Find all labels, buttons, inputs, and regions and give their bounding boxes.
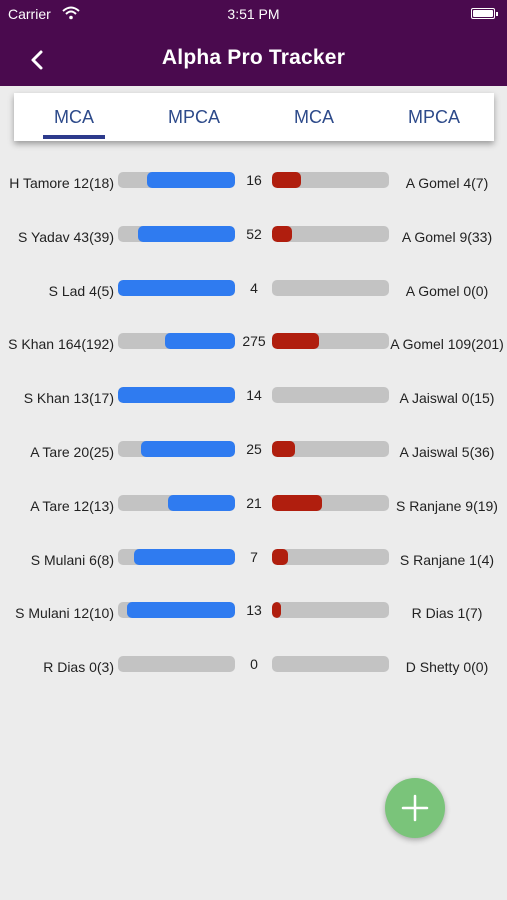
right-bar-fill [272, 440, 296, 457]
left-player-label: S Mulani 12(10) [15, 605, 114, 622]
left-bar-fill [134, 548, 235, 565]
center-value: 4 [250, 279, 258, 296]
left-bar-track [118, 548, 235, 565]
left-player-label: S Khan 13(17) [23, 390, 114, 407]
comparison-row[interactable]: S Khan 164(192) 275 A Gomel 109(201) [0, 314, 507, 368]
right-bar-track [272, 494, 389, 511]
page-title: Alpha Pro Tracker [161, 46, 346, 69]
right-bar-track [272, 387, 389, 404]
comparison-row[interactable]: S Lad 4(5) 4 A Gomel 0(0) [0, 261, 507, 315]
left-bar-fill [147, 172, 235, 188]
right-player-label: R Dias 1(7) [411, 605, 483, 622]
center-value: 275 [242, 333, 266, 350]
left-player-label: H Tamore 12(18) [9, 175, 114, 191]
right-bar-fill [272, 225, 292, 242]
right-bar-track [272, 225, 389, 242]
center-value: 52 [246, 225, 262, 242]
app-header: Carrier 3:51 PM Alpha Pro Tracker [0, 0, 507, 86]
comparison-row[interactable]: S Mulani 6(8) 7 S Ranjane 1(4) [0, 530, 507, 584]
center-value: 7 [250, 548, 258, 565]
left-bar-track [118, 333, 235, 350]
right-player-label: A Gomel 109(201) [390, 336, 504, 353]
tab-mpca-2[interactable]: MPCA [374, 93, 494, 141]
right-player-label: A Gomel 0(0) [405, 282, 489, 299]
right-bar-track [272, 656, 389, 673]
left-player-label: S Lad 4(5) [48, 282, 114, 299]
left-player-label: S Mulani 6(8) [30, 551, 114, 568]
right-bar-fill [272, 333, 319, 350]
left-bar-fill [137, 225, 235, 242]
right-bar-track [272, 172, 389, 188]
left-player-label: A Tare 20(25) [30, 443, 114, 460]
comparison-row[interactable]: S Khan 13(17) 14 A Jaiswal 0(15) [0, 368, 507, 422]
center-value: 25 [246, 440, 262, 457]
right-bar-track [272, 602, 389, 619]
left-bar-track [118, 279, 235, 296]
comparison-row[interactable]: R Dias 0(3) 0 D Shetty 0(0) [0, 637, 507, 691]
comparison-row[interactable]: A Tare 20(25) 25 A Jaiswal 5(36) [0, 422, 507, 476]
right-bar-fill [272, 172, 302, 188]
left-player-label: S Yadav 43(39) [18, 228, 114, 245]
left-bar-fill [127, 602, 235, 619]
left-bar-track [118, 440, 235, 457]
left-bar-fill [141, 440, 235, 457]
left-bar-track [118, 387, 235, 404]
right-bar-fill [272, 602, 282, 619]
right-bar-track [272, 548, 389, 565]
left-player-label: R Dias 0(3) [43, 659, 114, 676]
tab-label: MCA [294, 107, 334, 127]
left-player-label: A Tare 12(13) [30, 497, 114, 514]
left-bar-track [118, 656, 235, 673]
status-bar: Carrier 3:51 PM [0, 0, 507, 28]
comparison-row[interactable]: H Tamore 12(18) 16 A Gomel 4(7) [0, 153, 507, 207]
left-player-label: S Khan 164(192) [8, 336, 114, 353]
left-bar-fill [168, 494, 235, 511]
tab-mca-1[interactable]: MCA [14, 93, 134, 141]
right-player-label: A Jaiswal 5(36) [399, 443, 495, 460]
right-player-label: S Ranjane 1(4) [399, 551, 495, 568]
tab-mpca-1[interactable]: MPCA [134, 93, 254, 141]
left-bar-track [118, 172, 235, 188]
comparison-row[interactable]: A Tare 12(13) 21 S Ranjane 9(19) [0, 476, 507, 530]
right-player-label: A Jaiswal 0(15) [399, 390, 495, 407]
left-bar-track [118, 602, 235, 619]
status-time: 3:51 PM [227, 6, 280, 22]
comparison-list: H Tamore 12(18) 16 A Gomel 4(7) S Yadav 43(… [0, 153, 507, 691]
right-player-label: A Gomel 9(33) [401, 228, 493, 245]
comparison-row[interactable]: S Mulani 12(10) 13 R Dias 1(7) [0, 583, 507, 637]
left-bar-track [118, 494, 235, 511]
left-bar-fill [118, 279, 235, 296]
right-player-label: D Shetty 0(0) [405, 659, 489, 676]
tab-label: MCA [54, 107, 94, 127]
right-player-label: S Ranjane 9(19) [396, 497, 498, 514]
battery-icon [471, 8, 498, 19]
comparison-row[interactable]: S Yadav 43(39) 52 A Gomel 9(33) [0, 207, 507, 261]
add-button[interactable] [385, 778, 445, 838]
right-player-label: A Gomel 4(7) [405, 175, 489, 191]
left-bar-fill [164, 333, 235, 350]
center-value: 13 [246, 602, 262, 619]
tab-label: MPCA [167, 107, 220, 127]
right-bar-track [272, 440, 389, 457]
left-bar-fill [118, 387, 235, 404]
tab-selected-indicator [43, 135, 105, 139]
plus-icon [401, 794, 429, 822]
center-value: 21 [246, 494, 262, 511]
center-value: 16 [246, 172, 262, 188]
right-bar-fill [272, 548, 289, 565]
center-value: 0 [250, 656, 258, 673]
center-value: 14 [246, 387, 262, 404]
right-bar-track [272, 333, 389, 350]
tab-mca-2[interactable]: MCA [254, 93, 374, 141]
tab-bar: MCA MPCA MCA MPCA [14, 93, 494, 141]
tab-label: MPCA [407, 107, 460, 127]
left-bar-track [118, 225, 235, 242]
right-bar-track [272, 279, 389, 296]
right-bar-fill [272, 494, 323, 511]
